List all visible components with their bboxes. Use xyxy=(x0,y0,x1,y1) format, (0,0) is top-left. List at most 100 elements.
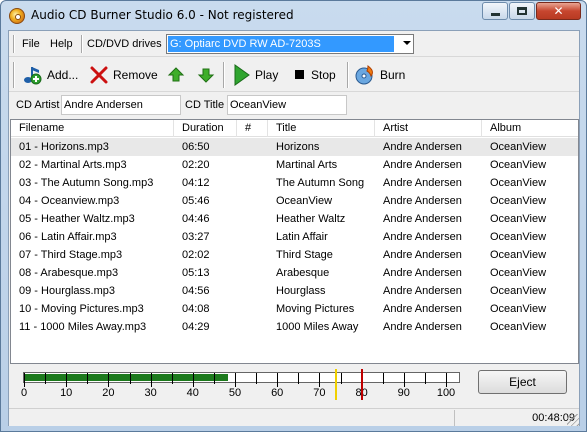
cd-info-row: CD Artist Andre Andersen CD Title OceanV… xyxy=(9,93,579,117)
capacity-fill xyxy=(25,374,228,381)
play-icon xyxy=(234,64,250,86)
cell-duration: 05:46 xyxy=(182,195,210,207)
gauge-tick xyxy=(66,373,68,387)
close-button[interactable]: ✕ xyxy=(536,2,581,20)
cell-title: The Autumn Song xyxy=(276,177,365,189)
cell-duration: 03:27 xyxy=(182,231,210,243)
gauge-marker-74min xyxy=(335,369,338,400)
cell-title: Arabesque xyxy=(276,267,330,279)
table-row[interactable]: 11 - 1000 Miles Away.mp3 04:29 1000 Miles … xyxy=(11,318,578,336)
cell-title: Horizons xyxy=(276,141,320,153)
col-filename[interactable]: Filename xyxy=(11,120,174,137)
gauge-tick xyxy=(424,373,426,384)
table-row[interactable]: 04 - Oceanview.mp3 05:46 OceanView Andre An… xyxy=(11,192,578,210)
gauge-scale-label: 10 xyxy=(60,387,73,399)
gauge-tick xyxy=(24,373,25,387)
cell-title: Latin Affair xyxy=(276,231,328,243)
drive-selected-value: G: Optiarc DVD RW AD-7203S xyxy=(168,36,394,52)
remove-button[interactable]: Remove xyxy=(89,62,158,88)
cell-filename: 03 - The Autumn Song.mp3 xyxy=(19,177,154,189)
stop-label: Stop xyxy=(311,68,336,82)
maximize-icon xyxy=(517,7,527,15)
col-duration[interactable]: Duration xyxy=(174,120,237,137)
gauge-scale-label: 0 xyxy=(20,387,28,399)
gauge-scale-label: 30 xyxy=(144,387,157,399)
cell-duration: 04:29 xyxy=(182,321,210,333)
arrow-down-icon xyxy=(197,68,215,83)
minimize-button[interactable] xyxy=(482,2,508,20)
cell-album: OceanView xyxy=(490,249,547,261)
app-window: Audio CD Burner Studio 6.0 - Not registe… xyxy=(0,0,587,432)
cell-filename: 07 - Third Stage.mp3 xyxy=(19,249,123,261)
table-row[interactable]: 06 - Latin Affair.mp3 03:27 Latin Affair An… xyxy=(11,228,578,246)
table-row[interactable]: 10 - Moving Pictures.mp3 04:08 Moving Pict… xyxy=(11,300,578,318)
stop-button[interactable]: Stop xyxy=(293,62,336,88)
table-row[interactable]: 08 - Arabesque.mp3 05:13 Arabesque Andre An… xyxy=(11,264,578,282)
menu-help[interactable]: Help xyxy=(50,38,73,50)
cell-title: 1000 Miles Away xyxy=(276,321,359,333)
client-area: File Help CD/DVD drives G: Optiarc DVD R… xyxy=(8,30,580,426)
drive-dropdown[interactable]: G: Optiarc DVD RW AD-7203S xyxy=(166,34,414,54)
eject-button[interactable]: Eject xyxy=(478,370,567,394)
maximize-button[interactable] xyxy=(509,2,535,20)
cell-title: Hourglass xyxy=(276,285,326,297)
cell-title: Heather Waltz xyxy=(276,213,346,225)
gauge-tick xyxy=(171,373,173,384)
cell-filename: 01 - Horizons.mp3 xyxy=(19,141,109,153)
move-up-button[interactable] xyxy=(167,62,185,88)
play-button[interactable]: Play xyxy=(231,62,278,88)
gauge-tick xyxy=(45,373,47,384)
cell-album: OceanView xyxy=(490,177,547,189)
gauge-marker-80min xyxy=(360,369,363,400)
cell-duration: 04:46 xyxy=(182,213,210,225)
cell-filename: 06 - Latin Affair.mp3 xyxy=(19,231,117,243)
chevron-down-icon[interactable] xyxy=(403,41,411,45)
gauge-tick xyxy=(298,373,300,384)
app-cd-icon xyxy=(9,8,25,24)
gauge-tick xyxy=(213,373,215,384)
toolbar-grip xyxy=(13,62,15,88)
table-row[interactable]: 09 - Hourglass.mp3 04:56 Hourglass Andre An… xyxy=(11,282,578,300)
burn-button[interactable]: Burn xyxy=(354,62,405,88)
cell-album: OceanView xyxy=(490,267,547,279)
move-down-button[interactable] xyxy=(197,62,215,88)
col-artist[interactable]: Artist xyxy=(375,120,482,137)
cell-duration: 05:13 xyxy=(182,267,210,279)
cell-duration: 02:02 xyxy=(182,249,210,261)
cell-filename: 10 - Moving Pictures.mp3 xyxy=(19,303,144,315)
track-list[interactable]: Filename Duration # Title Artist Album 0… xyxy=(10,119,579,364)
add-button[interactable]: Add... xyxy=(21,62,78,88)
cell-album: OceanView xyxy=(490,321,547,333)
capacity-track xyxy=(23,372,460,383)
table-row[interactable]: 05 - Heather Waltz.mp3 04:46 Heather Waltz… xyxy=(11,210,578,228)
table-row[interactable]: 03 - The Autumn Song.mp3 04:12 The Autumn … xyxy=(11,174,578,192)
table-row[interactable]: 02 - Martinal Arts.mp3 02:20 Martinal Arts… xyxy=(11,156,578,174)
resize-grip[interactable] xyxy=(567,414,579,426)
gauge-tick xyxy=(108,373,110,387)
col-album[interactable]: Album xyxy=(482,120,578,137)
grip-separator xyxy=(13,35,15,53)
gauge-tick xyxy=(382,373,384,384)
window-title: Audio CD Burner Studio 6.0 - Not registe… xyxy=(31,8,294,22)
cell-duration: 04:08 xyxy=(182,303,210,315)
gauge-tick xyxy=(150,373,152,387)
cell-album: OceanView xyxy=(490,159,547,171)
close-icon: ✕ xyxy=(553,4,564,18)
arrow-up-icon xyxy=(167,67,185,82)
cd-artist-input[interactable]: Andre Andersen xyxy=(61,95,181,115)
title-bar[interactable]: Audio CD Burner Studio 6.0 - Not registe… xyxy=(1,1,586,30)
col-number[interactable]: # xyxy=(237,120,268,137)
cell-filename: 05 - Heather Waltz.mp3 xyxy=(19,213,135,225)
gauge-tick xyxy=(235,373,236,387)
menu-file[interactable]: File xyxy=(22,38,40,50)
cell-artist: Andre Andersen xyxy=(383,303,462,315)
cell-album: OceanView xyxy=(490,213,547,225)
table-row[interactable]: 07 - Third Stage.mp3 02:02 Third Stage Andr… xyxy=(11,246,578,264)
cell-album: OceanView xyxy=(490,285,547,297)
gauge-tick xyxy=(446,373,447,387)
gauge-scale-label: 90 xyxy=(397,387,410,399)
cd-title-input[interactable]: OceanView xyxy=(227,95,347,115)
table-row[interactable]: 01 - Horizons.mp3 06:50 Horizons Andre Ande… xyxy=(11,138,578,156)
cell-artist: Andre Andersen xyxy=(383,249,462,261)
col-title[interactable]: Title xyxy=(268,120,375,137)
